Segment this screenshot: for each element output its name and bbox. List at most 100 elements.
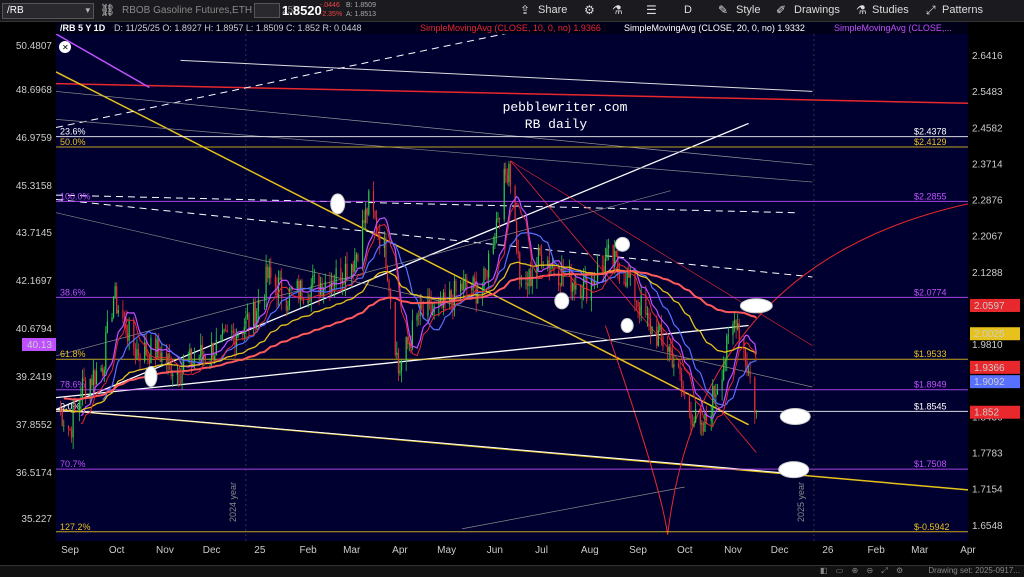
fib-right-label: $1.8949 <box>914 380 947 390</box>
fib-right-label: $1.8545 <box>914 401 947 411</box>
candle-body <box>444 292 446 302</box>
price-chart[interactable]: 23.6% $2.4378 50.0% $2.4129 100.0% $2.2855 38.… <box>0 22 1024 565</box>
candle-body <box>189 348 191 360</box>
sliders-icon[interactable]: ☰ <box>646 3 657 17</box>
right-axis-tick-label: 2.6416 <box>972 51 1003 62</box>
x-axis-tick-label: 26 <box>822 545 834 556</box>
candle-body <box>677 364 680 367</box>
status-bar: ◧ ▭ ⊕ ⊖ ⤢ ⚙ Drawing set: 2025-0917... <box>0 565 1024 577</box>
style-button[interactable]: Style <box>736 4 760 16</box>
candle-body <box>755 412 757 414</box>
candle-body <box>309 300 311 302</box>
right-axis-tick-label: 2.1288 <box>972 268 1003 279</box>
candle-body <box>537 248 540 266</box>
candle-body <box>623 281 625 283</box>
candle-body <box>357 254 359 261</box>
candle-body <box>248 314 250 327</box>
candle-body <box>673 364 675 368</box>
marker-ellipse <box>554 292 570 310</box>
share-button[interactable]: Share <box>538 4 567 16</box>
patterns-button[interactable]: Patterns <box>942 4 983 16</box>
candle-body <box>128 320 130 341</box>
bid-value: B: 1.8509 <box>346 2 376 9</box>
candle-body <box>363 219 365 224</box>
candle-body <box>368 190 370 215</box>
fib-left-label: 100.0% <box>60 191 91 201</box>
settings-icon[interactable]: ⚙ <box>584 3 595 17</box>
candle-body <box>355 254 357 259</box>
drawings-icon[interactable]: ✐ <box>776 3 786 17</box>
candle-body <box>713 386 715 398</box>
candle-body <box>400 361 403 371</box>
chevron-down-icon[interactable]: ▾ <box>85 5 90 16</box>
candle-body <box>474 277 476 283</box>
fib-right-label: $2.2855 <box>914 191 947 201</box>
candle-body <box>147 355 149 356</box>
candle-body <box>626 270 628 287</box>
candle-body <box>498 218 501 220</box>
candle-body <box>134 348 136 359</box>
candle-body <box>200 344 202 358</box>
share-icon[interactable]: ⇪ <box>520 3 530 17</box>
year-marker-label: 2024 year <box>228 482 238 522</box>
candle-body <box>649 319 652 335</box>
patterns-icon[interactable]: ⤢ <box>926 3 936 18</box>
fib-right-label: $2.4378 <box>914 127 947 137</box>
candle-body <box>461 283 463 290</box>
price-tag-label: 1.9092 <box>974 377 1005 388</box>
candle-body <box>267 266 269 279</box>
candle-body <box>136 349 138 359</box>
marker-ellipse <box>739 298 773 314</box>
studies-button[interactable]: Studies <box>872 4 909 16</box>
candle-body <box>114 286 116 298</box>
x-axis-tick-label: Dec <box>203 545 221 556</box>
flask-icon[interactable]: ⚗ <box>612 3 623 17</box>
left-axis-tick-label: 40.6794 <box>16 324 53 335</box>
candle-body <box>699 409 701 425</box>
candle-body <box>505 168 507 175</box>
candle-body <box>662 336 664 347</box>
candle-body <box>83 378 85 381</box>
fib-left-label: 61.8% <box>60 349 86 359</box>
candle-body <box>670 347 672 349</box>
candle-body <box>211 342 213 359</box>
candle-body <box>573 283 575 290</box>
draw-icon[interactable]: ✎ <box>718 3 728 17</box>
candle-body <box>470 287 473 291</box>
candle-body <box>744 349 747 362</box>
candle-body <box>312 275 314 286</box>
candle-body <box>684 391 686 395</box>
x-icon[interactable]: ✕ <box>62 43 69 52</box>
candle-body <box>259 299 261 301</box>
candle-body <box>733 320 736 324</box>
drawings-button[interactable]: Drawings <box>794 4 840 16</box>
candle-body <box>483 268 485 293</box>
candle-body <box>712 386 714 416</box>
candle-body <box>279 277 281 280</box>
x-axis-tick-label: Aug <box>581 545 599 556</box>
marker-ellipse <box>779 408 811 426</box>
candle-body <box>394 302 396 355</box>
link-icon[interactable]: ⛓ <box>100 3 115 17</box>
candle-body <box>525 283 527 284</box>
studies-icon[interactable]: ⚗ <box>856 3 867 17</box>
info-sma10: SimpleMovingAvg (CLOSE, 10, 0, no) 1.936… <box>420 23 601 33</box>
candle-body <box>287 305 289 311</box>
price-tag-label: 2.0025 <box>974 329 1005 340</box>
fib-left-label: 70.7% <box>60 459 86 469</box>
status-icons[interactable]: ◧ ▭ ⊕ ⊖ ⤢ ⚙ <box>820 566 906 576</box>
candle-body <box>667 346 669 353</box>
candle-body <box>724 360 726 366</box>
candle-body <box>727 335 729 337</box>
candle-body <box>484 268 487 271</box>
candle-body <box>688 394 691 412</box>
candle-body <box>645 295 647 315</box>
fib-left-label: 38.6% <box>60 287 86 297</box>
symbol-input[interactable]: /RB ▾ <box>2 3 94 19</box>
candle-body <box>640 295 642 315</box>
period-button[interactable]: D <box>684 4 692 16</box>
price-tag-label: 2.0597 <box>974 301 1005 312</box>
candle-body <box>472 277 474 291</box>
x-axis-tick-label: Jul <box>535 545 548 556</box>
x-axis-tick-label: Feb <box>868 545 886 556</box>
